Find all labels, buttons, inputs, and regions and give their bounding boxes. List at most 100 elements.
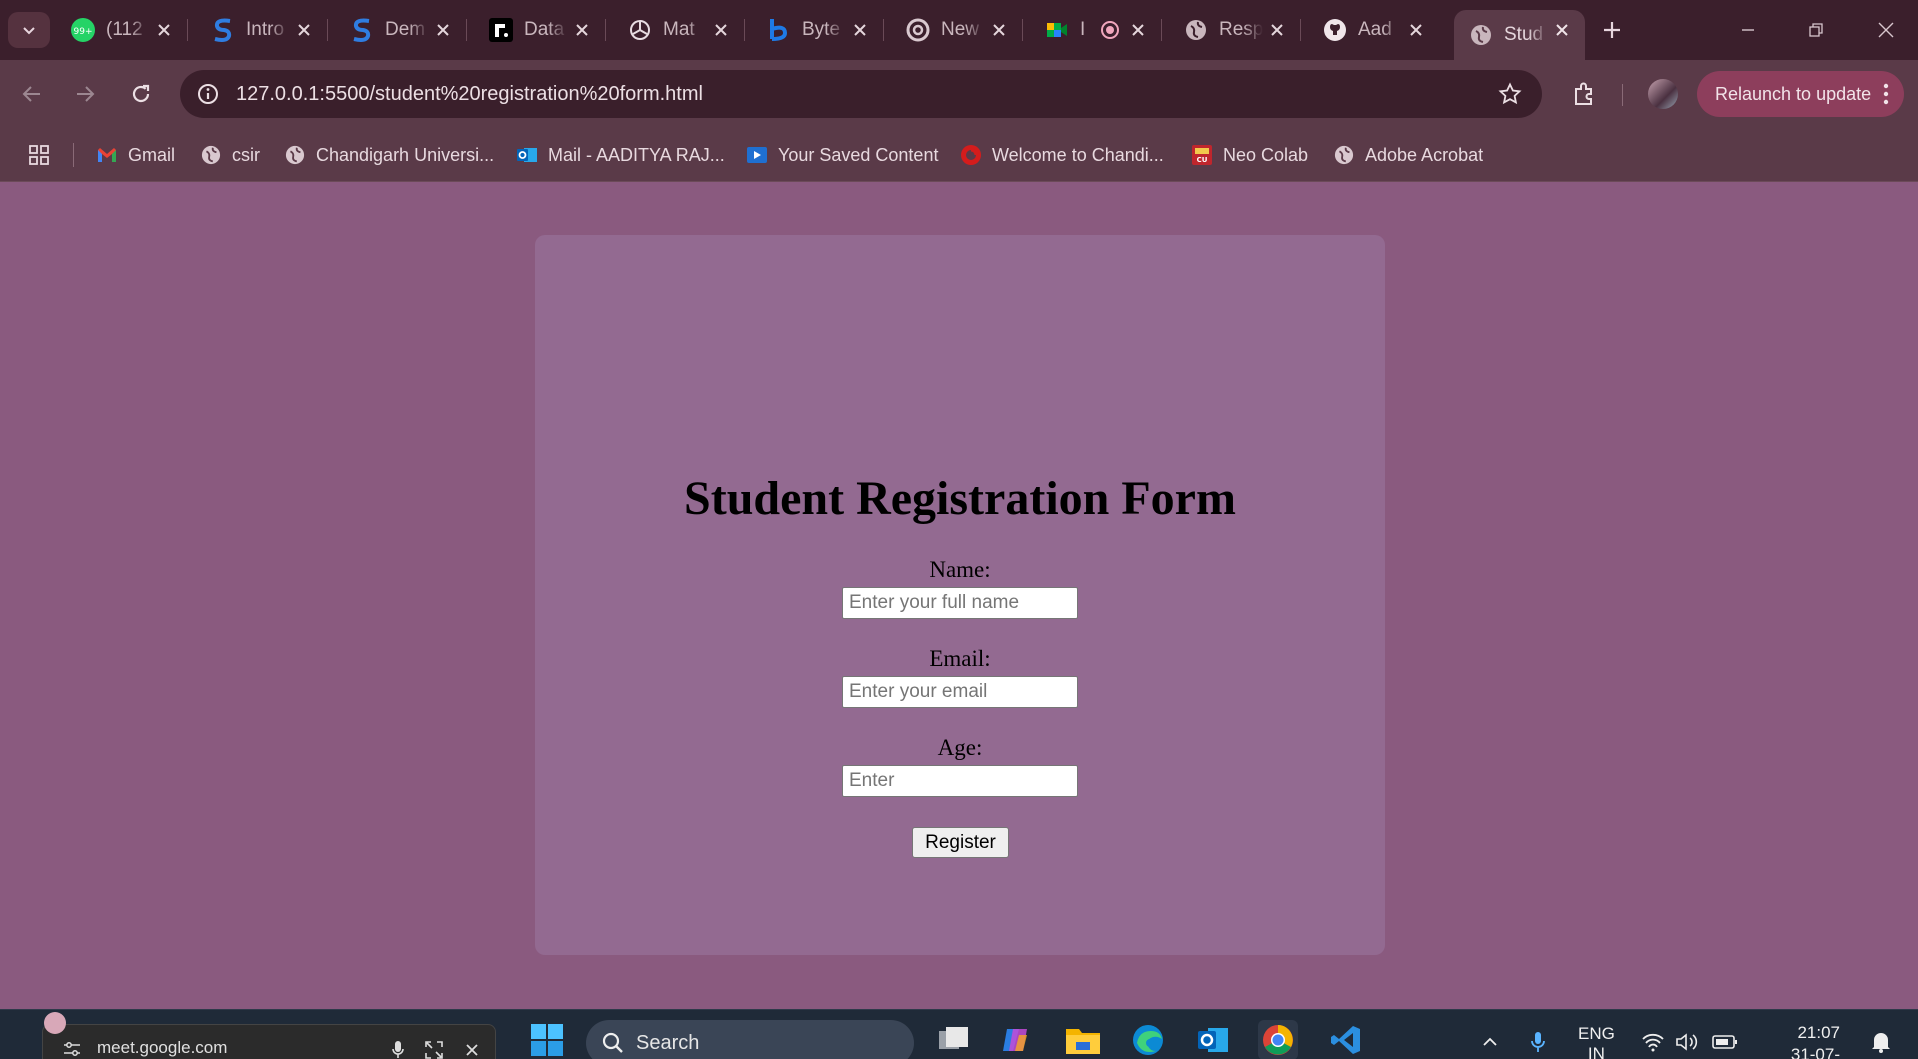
minimize-button[interactable] — [1728, 12, 1768, 48]
close-icon[interactable] — [1551, 19, 1573, 41]
system-clock[interactable]: 21:07 31-07-2025 — [1760, 1022, 1840, 1059]
bookmark-star-icon[interactable] — [1496, 80, 1524, 108]
bookmarks-divider — [73, 143, 74, 167]
notification-bell-icon[interactable] — [1866, 1024, 1896, 1059]
language-code: ENG — [1578, 1024, 1615, 1043]
tab-whatsapp[interactable]: 99+ (112 — [56, 10, 188, 50]
close-icon[interactable] — [153, 19, 175, 41]
back-button[interactable] — [12, 74, 52, 114]
tray-chevron-up-icon[interactable] — [1476, 1024, 1504, 1059]
tab-chatgpt[interactable]: Mat — [613, 10, 745, 50]
search-icon — [602, 1032, 623, 1053]
tab-scaler-demo[interactable]: Dem — [335, 10, 467, 50]
browser-toolbar: 127.0.0.1:5500/student%20registration%20… — [0, 60, 1918, 128]
close-icon[interactable] — [710, 19, 732, 41]
url-text[interactable]: 127.0.0.1:5500/student%20registration%20… — [236, 83, 703, 106]
tab-github[interactable]: Aad — [1308, 10, 1439, 50]
toolbar-divider — [1622, 84, 1623, 106]
outlook-icon — [516, 144, 538, 166]
window-close-button[interactable] — [1866, 12, 1906, 48]
bookmark-label: Gmail — [128, 144, 176, 165]
site-info-icon[interactable] — [192, 78, 224, 110]
reload-button[interactable] — [121, 74, 161, 114]
taskbar-search[interactable]: Search — [586, 1020, 914, 1059]
registration-card: Student Registration Form Name: Email: A… — [535, 235, 1385, 955]
clock-date: 31-07-2025 — [1790, 1045, 1840, 1059]
close-icon[interactable] — [571, 19, 593, 41]
file-explorer-icon[interactable] — [1063, 1020, 1103, 1059]
tab-divider — [883, 19, 884, 41]
relaunch-label: Relaunch to update — [1715, 83, 1872, 104]
address-bar[interactable]: 127.0.0.1:5500/student%20registration%20… — [180, 70, 1542, 118]
cu-logo-icon: CU — [1191, 144, 1213, 166]
close-icon[interactable] — [1405, 19, 1427, 41]
tab-divider — [1161, 19, 1162, 41]
close-icon[interactable] — [461, 1039, 483, 1059]
tab-divider — [327, 19, 328, 41]
bookmark-welcome-chandigarh[interactable]: Welcome to Chandi... — [960, 141, 1164, 169]
tab-scaler-intro[interactable]: Intro — [196, 10, 328, 50]
meet-avatar-icon — [44, 1012, 66, 1034]
microphone-tray-icon[interactable] — [1524, 1024, 1552, 1059]
tab-title: Mat — [663, 19, 695, 40]
restore-button[interactable] — [1796, 12, 1836, 48]
region-code: IN — [1587, 1044, 1605, 1059]
settings-sliders-icon[interactable] — [61, 1039, 83, 1059]
tab-meet[interactable]: I — [1030, 10, 1162, 50]
name-input[interactable] — [842, 587, 1078, 619]
globe-icon — [1333, 144, 1355, 166]
tab-replit-data[interactable]: Data — [474, 10, 606, 50]
register-button[interactable]: Register — [912, 827, 1009, 858]
tab-strip: 99+ (112 Intro Dem Data Mat Byte New I R… — [0, 0, 1918, 60]
chrome-icon — [905, 17, 931, 43]
more-menu-icon[interactable] — [1882, 82, 1890, 106]
bookmark-gmail[interactable]: Gmail — [96, 141, 175, 169]
close-icon[interactable] — [849, 19, 871, 41]
email-input[interactable] — [842, 676, 1078, 708]
windows-start-icon[interactable] — [527, 1020, 567, 1059]
arrow-left-icon — [22, 86, 40, 102]
tab-new[interactable]: New — [891, 10, 1023, 50]
battery-icon[interactable] — [1709, 1024, 1741, 1059]
expand-icon[interactable] — [423, 1039, 445, 1059]
close-icon[interactable] — [1266, 19, 1288, 41]
bookmark-outlook-mail[interactable]: Mail - AADITYA RAJ... — [516, 141, 725, 169]
cu-red-icon — [960, 144, 982, 166]
tab-title: Resp — [1219, 19, 1263, 40]
tab-search-button[interactable] — [8, 12, 50, 48]
edge-icon[interactable] — [1128, 1020, 1168, 1059]
meet-pip-window[interactable]: meet.google.com — [42, 1024, 496, 1059]
close-icon[interactable] — [432, 19, 454, 41]
task-view-icon[interactable] — [933, 1020, 973, 1059]
chrome-taskbar-icon[interactable] — [1258, 1020, 1298, 1059]
forward-button[interactable] — [65, 74, 105, 114]
volume-icon[interactable] — [1672, 1024, 1702, 1059]
close-icon[interactable] — [1127, 19, 1149, 41]
language-indicator[interactable]: ENG IN — [1578, 1024, 1615, 1059]
relaunch-button[interactable]: Relaunch to update — [1697, 71, 1904, 117]
tab-resp[interactable]: Resp — [1169, 10, 1301, 50]
tab-title: (112 — [106, 19, 143, 40]
copilot-icon[interactable] — [996, 1020, 1036, 1059]
bookmark-csir[interactable]: csir — [200, 141, 260, 169]
wifi-icon[interactable] — [1638, 1024, 1668, 1059]
new-tab-button[interactable] — [1596, 14, 1628, 46]
apps-grid-icon[interactable] — [24, 140, 54, 170]
tab-bytexl[interactable]: Byte — [752, 10, 884, 50]
email-label: Email: — [929, 646, 991, 671]
clock-time: 21:07 — [1797, 1023, 1840, 1042]
bookmark-saved-content[interactable]: Your Saved Content — [746, 141, 938, 169]
extensions-icon[interactable] — [1567, 76, 1603, 112]
profile-avatar[interactable] — [1648, 79, 1678, 109]
microphone-icon[interactable] — [387, 1039, 409, 1059]
tab-title: Intro — [246, 19, 285, 40]
age-input[interactable] — [842, 765, 1078, 797]
close-icon[interactable] — [293, 19, 315, 41]
bookmark-chandigarh-university[interactable]: Chandigarh Universi... — [284, 141, 494, 169]
close-icon[interactable] — [988, 19, 1010, 41]
outlook-taskbar-icon[interactable] — [1193, 1020, 1233, 1059]
vscode-icon[interactable] — [1326, 1020, 1366, 1059]
tab-student-form[interactable]: Stud — [1454, 10, 1585, 60]
bookmark-adobe-acrobat[interactable]: Adobe Acrobat — [1333, 141, 1483, 169]
bookmark-neo-colab[interactable]: CU Neo Colab — [1191, 141, 1308, 169]
